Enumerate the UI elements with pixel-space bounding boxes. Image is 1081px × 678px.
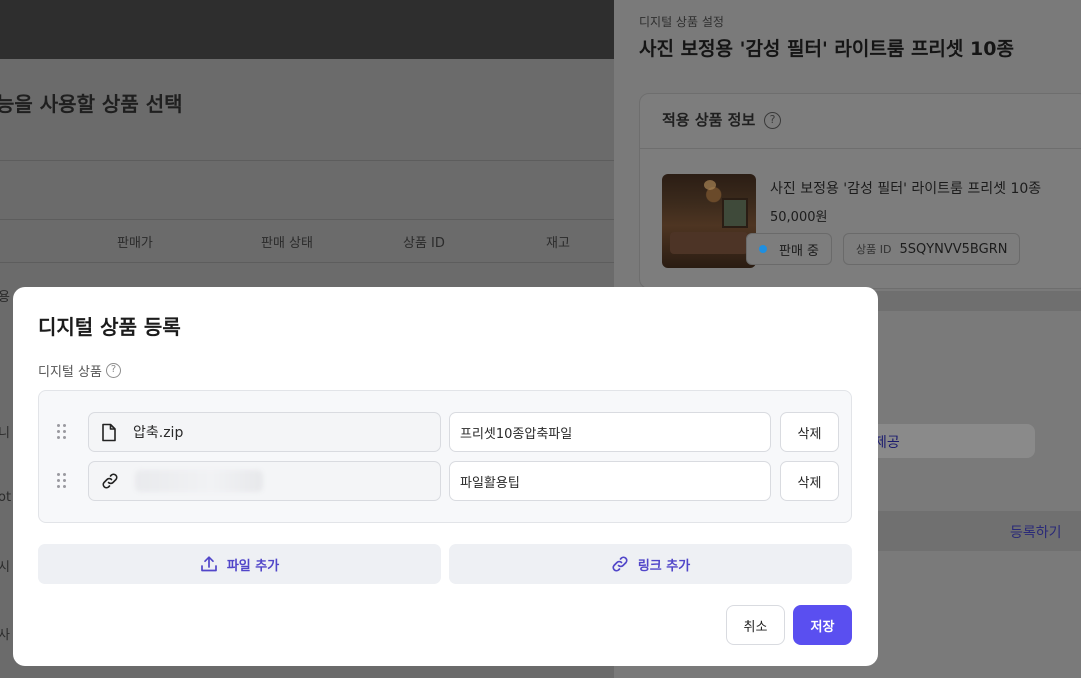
status-text: 판매 중: [779, 243, 820, 259]
delete-button[interactable]: 삭제: [780, 412, 839, 452]
blurred-link-url: [135, 470, 263, 492]
row-fragment: 시: [0, 560, 10, 575]
digital-product-register-modal: 디지털 상품 등록 디지털 상품 ? 압축.zip 삭제: [13, 287, 878, 666]
status-badge: 판매 중: [746, 233, 833, 265]
link-icon: [102, 473, 118, 489]
product-name: 사진 보정용 '감성 필터' 라이트룸 프리셋 10종: [770, 181, 1042, 197]
cancel-button[interactable]: 취소: [726, 605, 785, 645]
file-name: 압축.zip: [133, 425, 184, 441]
digital-product-list: 압축.zip 삭제 삭제: [38, 390, 852, 523]
link-icon: [612, 556, 628, 572]
add-link-label: 링크 추가: [637, 558, 691, 574]
file-icon: [102, 423, 116, 441]
add-file-button[interactable]: 파일 추가: [38, 544, 441, 584]
modal-title: 디지털 상품 등록: [38, 315, 181, 339]
drag-handle-icon[interactable]: [57, 473, 67, 489]
applied-product-card: 적용 상품 정보 ? 사진 보정용 '감성 필터' 라이트룸 프리셋 10종 5…: [639, 93, 1081, 289]
product-id-badge: 상품 ID 5SQYNVV5BGRN: [843, 233, 1021, 265]
column-header-price: 판매가: [117, 236, 153, 251]
delete-button[interactable]: 삭제: [780, 461, 839, 501]
upload-icon: [200, 556, 217, 572]
row-fragment: ot: [0, 490, 12, 505]
status-dot-icon: [759, 245, 767, 253]
drag-handle-icon[interactable]: [57, 424, 67, 440]
divider: [0, 219, 614, 220]
card-title: 적용 상품 정보: [662, 111, 756, 129]
breadcrumb: 디지털 상품 설정: [639, 15, 724, 29]
add-link-button[interactable]: 링크 추가: [449, 544, 852, 584]
divider: [0, 160, 614, 161]
product-price: 50,000원: [770, 210, 828, 225]
product-thumbnail: [662, 174, 756, 268]
help-icon[interactable]: ?: [764, 112, 781, 129]
column-header-status: 판매 상태: [261, 236, 313, 251]
add-file-label: 파일 추가: [226, 558, 280, 574]
row-fragment: 사: [0, 628, 10, 643]
product-id-label: 상품 ID: [856, 243, 892, 256]
file-item: 압축.zip: [88, 412, 441, 452]
register-link[interactable]: 등록하기: [1010, 522, 1062, 542]
file-description-input[interactable]: [449, 412, 771, 452]
column-header-stock: 재고: [546, 236, 570, 251]
panel-title: 사진 보정용 '감성 필터' 라이트룸 프리셋 10종: [639, 38, 1014, 60]
save-button[interactable]: 저장: [793, 605, 852, 645]
divider: [0, 262, 614, 263]
product-id-value: 5SQYNVV5BGRN: [899, 241, 1008, 257]
section-label: 디지털 상품: [38, 365, 102, 380]
row-fragment: 용: [0, 290, 10, 305]
column-header-product-id: 상품 ID: [403, 236, 445, 251]
top-bar: [0, 0, 614, 59]
link-item: [88, 461, 441, 501]
row-fragment: 니: [0, 426, 10, 441]
divider: [640, 148, 1081, 149]
help-icon[interactable]: ?: [106, 363, 121, 378]
page-heading: 능을 사용할 상품 선택: [0, 92, 183, 116]
link-description-input[interactable]: [449, 461, 771, 501]
